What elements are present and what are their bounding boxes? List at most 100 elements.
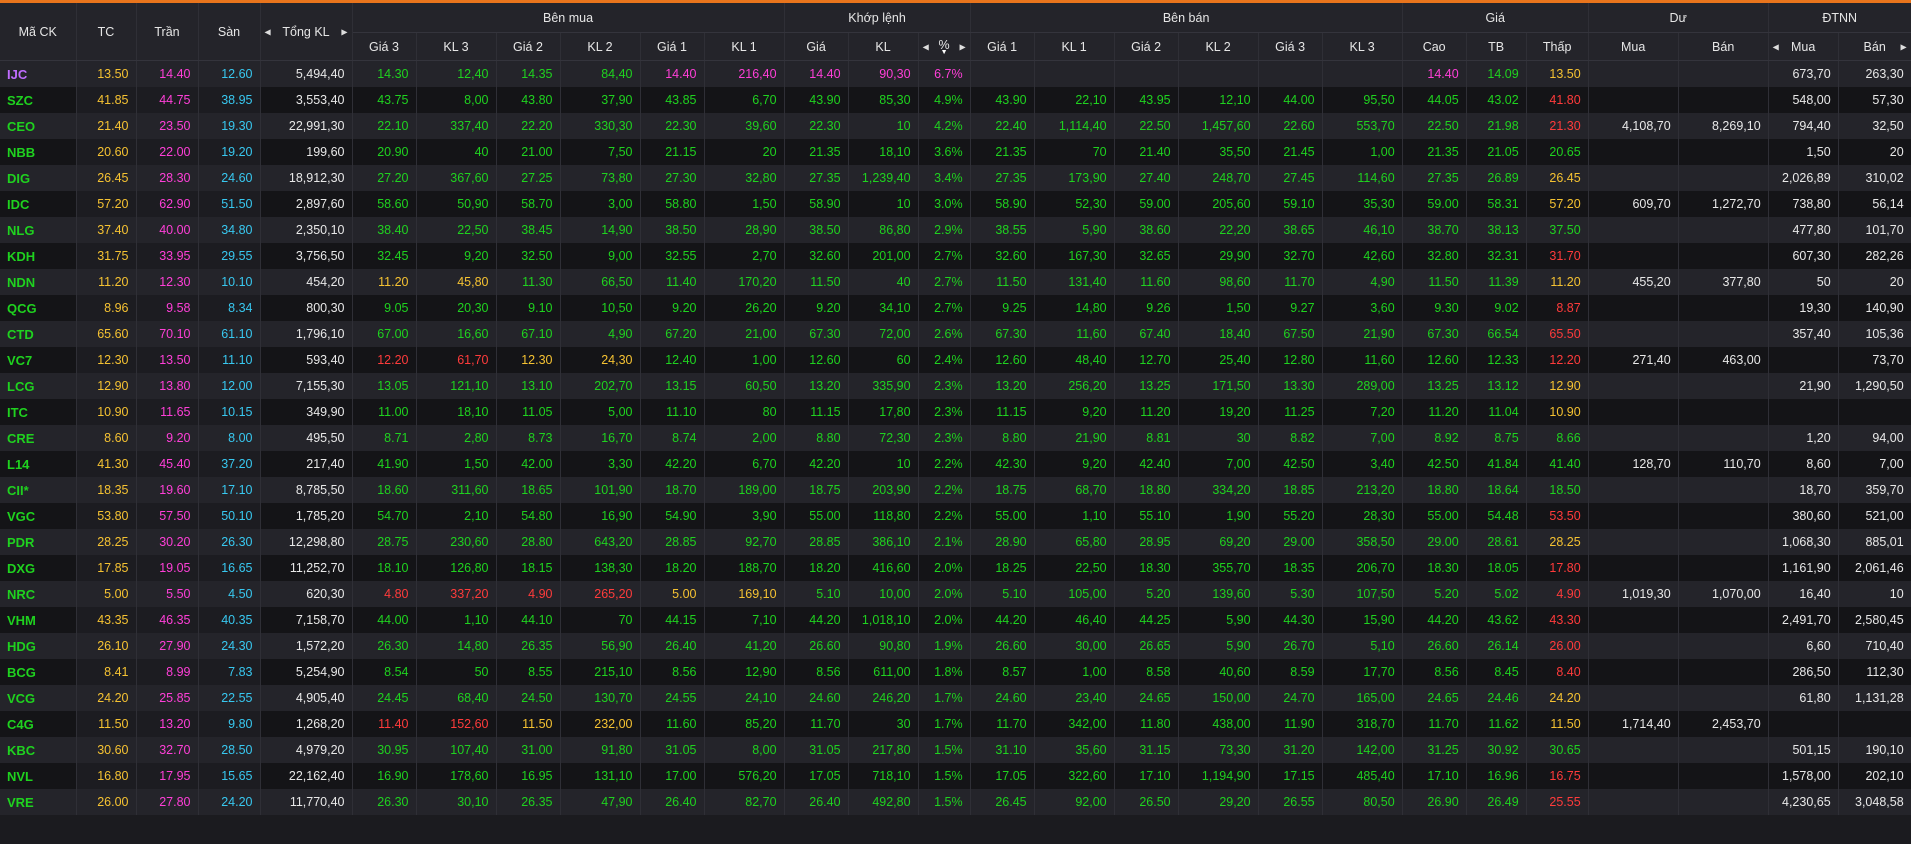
table-row[interactable]: QCG 8.96 9.58 8.34 800,30 9.05 20,30 9.10 10,50 9… [0,295,1911,321]
header-sell-vol-1[interactable]: KL 1 [1034,32,1115,61]
remaining-buy-cell: 128,70 [1588,451,1679,477]
prev-column-arrow-icon[interactable]: ◀ [923,42,929,51]
header-buy-price-3[interactable]: Giá 3 [352,32,417,61]
symbol-cell[interactable]: KBC [0,737,77,763]
table-row[interactable]: CEO 21.40 23.50 19.30 22,991,30 22.10 337,40 22… [0,113,1911,139]
symbol-cell[interactable]: IDC [0,191,77,217]
symbol-cell[interactable]: BCG [0,659,77,685]
symbol-cell[interactable]: VC7 [0,347,77,373]
symbol-cell[interactable]: DXG [0,555,77,581]
next-column-arrow-icon[interactable]: ▶ [959,42,965,51]
header-buy-vol-2[interactable]: KL 2 [560,32,641,61]
symbol-cell[interactable]: KDH [0,243,77,269]
table-row[interactable]: BCG 8.41 8.99 7.83 5,254,90 8.54 50 8.55 215,10 8… [0,659,1911,685]
header-buy-vol-1[interactable]: KL 1 [704,32,785,61]
table-row[interactable]: PDR 28.25 30.20 26.30 12,298,80 28.75 230,60 28… [0,529,1911,555]
table-row[interactable]: CII* 18.35 19.60 17.10 8,785,50 18.60 311,60 18… [0,477,1911,503]
symbol-cell[interactable]: IJC [0,60,77,87]
table-row[interactable]: CRE 8.60 9.20 8.00 495,50 8.71 2,80 8.73 16,70 8.… [0,425,1911,451]
symbol-cell[interactable]: QCG [0,295,77,321]
table-row[interactable]: KDH 31.75 33.95 29.55 3,756,50 32.45 9,20 32.50… [0,243,1911,269]
header-ceiling[interactable]: Trần [136,3,199,61]
header-floor[interactable]: Sàn [198,3,261,61]
symbol-cell[interactable]: NDN [0,269,77,295]
header-reference[interactable]: TC [76,3,137,61]
symbol-cell[interactable]: PDR [0,529,77,555]
symbol-cell[interactable]: CEO [0,113,77,139]
header-foreign-sell[interactable]: Bán ▶ [1838,32,1911,61]
symbol-cell[interactable]: NRC [0,581,77,607]
table-row[interactable]: CTD 65.60 70.10 61.10 1,796,10 67.00 16,60 67.1… [0,321,1911,347]
symbol-cell[interactable]: ITC [0,399,77,425]
table-row[interactable]: NLG 37.40 40.00 34.80 2,350,10 38.40 22,50 38.4… [0,217,1911,243]
next-column-arrow-icon[interactable]: ▶ [1901,42,1907,51]
sell-vol-2-cell: 19,20 [1178,399,1259,425]
remaining-sell-cell [1678,503,1769,529]
symbol-cell[interactable]: NBB [0,139,77,165]
symbol-cell[interactable]: NVL [0,763,77,789]
table-row[interactable]: VCG 24.20 25.85 22.55 4,905,40 24.45 68,40 24.5… [0,685,1911,711]
match-percent-cell: 2.7% [918,243,971,269]
header-symbol[interactable]: Mã CK [0,3,77,61]
header-remaining-sell[interactable]: Bán [1678,32,1769,61]
header-buy-vol-3[interactable]: KL 3 [416,32,497,61]
table-row[interactable]: C4G 11.50 13.20 9.80 1,268,20 11.40 152,60 11.5… [0,711,1911,737]
header-low[interactable]: Thấp [1526,32,1589,61]
table-row[interactable]: VC7 12.30 13.50 11.10 593,40 12.20 61,70 12.30 2… [0,347,1911,373]
sell-vol-3-cell: 318,70 [1322,711,1403,737]
table-row[interactable]: IDC 57.20 62.90 51.50 2,897,60 58.60 50,90 58.7… [0,191,1911,217]
table-row[interactable]: SZC 41.85 44.75 38.95 3,553,40 43.75 8,00 43.80… [0,87,1911,113]
table-row[interactable]: HDG 26.10 27.90 24.30 1,572,20 26.30 14,80 26.3… [0,633,1911,659]
foreign-sell-cell: 263,30 [1838,60,1911,87]
symbol-cell[interactable]: LCG [0,373,77,399]
low-cell: 26.45 [1526,165,1589,191]
symbol-cell[interactable]: NLG [0,217,77,243]
table-row[interactable]: NRC 5.00 5.50 4.50 620,30 4.80 337,20 4.90 265,2… [0,581,1911,607]
sell-price-2-cell: 11.80 [1114,711,1179,737]
table-row[interactable]: ITC 10.90 11.65 10.15 349,90 11.00 18,10 11.05 5… [0,399,1911,425]
table-row[interactable]: VGC 53.80 57.50 50.10 1,785,20 54.70 2,10 54.80… [0,503,1911,529]
table-row[interactable]: NVL 16.80 17.95 15.65 22,162,40 16.90 178,60 16… [0,763,1911,789]
header-match-percent[interactable]: ◀% ▼ ▶ [918,32,971,61]
header-high[interactable]: Cao [1402,32,1467,61]
header-buy-price-2[interactable]: Giá 2 [496,32,561,61]
symbol-cell[interactable]: C4G [0,711,77,737]
header-foreign-buy[interactable]: ◀ Mua [1768,32,1839,61]
table-row[interactable]: IJC 13.50 14.40 12.60 5,494,40 14.30 12,40 14.3… [0,60,1911,87]
symbol-cell[interactable]: VHM [0,607,77,633]
header-match-volume[interactable]: KL [848,32,919,61]
header-buy-price-1[interactable]: Giá 1 [640,32,705,61]
header-sell-vol-2[interactable]: KL 2 [1178,32,1259,61]
header-sell-vol-3[interactable]: KL 3 [1322,32,1403,61]
table-row[interactable]: NBB 20.60 22.00 19.20 199,60 20.90 40 21.00 7,50… [0,139,1911,165]
header-sell-price-2[interactable]: Giá 2 [1114,32,1179,61]
table-row[interactable]: VRE 26.00 27.80 24.20 11,770,40 26.30 30,10 26.… [0,789,1911,815]
floor-cell: 37.20 [198,451,261,477]
header-sell-price-3[interactable]: Giá 3 [1258,32,1323,61]
header-average[interactable]: TB [1466,32,1527,61]
table-row[interactable]: L14 41.30 45.40 37.20 217,40 41.90 1,50 42.00 3,… [0,451,1911,477]
symbol-cell[interactable]: HDG [0,633,77,659]
symbol-cell[interactable]: DIG [0,165,77,191]
table-row[interactable]: DIG 26.45 28.30 24.60 18,912,30 27.20 367,60 27… [0,165,1911,191]
header-match-price[interactable]: Giá [784,32,849,61]
header-remaining-buy[interactable]: Mua [1588,32,1679,61]
table-row[interactable]: KBC 30.60 32.70 28.50 4,979,20 30.95 107,40 31.… [0,737,1911,763]
symbol-cell[interactable]: VRE [0,789,77,815]
symbol-cell[interactable]: L14 [0,451,77,477]
symbol-cell[interactable]: CTD [0,321,77,347]
symbol-cell[interactable]: SZC [0,87,77,113]
prev-column-arrow-icon[interactable]: ◀ [1773,42,1779,51]
symbol-cell[interactable]: VGC [0,503,77,529]
table-row[interactable]: NDN 11.20 12.30 10.10 454,20 11.20 45,80 11.30 6… [0,269,1911,295]
prev-column-arrow-icon[interactable]: ◀ [265,27,271,36]
next-column-arrow-icon[interactable]: ▶ [341,27,347,36]
header-sell-price-1[interactable]: Giá 1 [970,32,1035,61]
symbol-cell[interactable]: CII* [0,477,77,503]
table-row[interactable]: LCG 12.90 13.80 12.00 7,155,30 13.05 121,10 13.… [0,373,1911,399]
symbol-cell[interactable]: VCG [0,685,77,711]
header-total-volume[interactable]: ◀ Tổng KL ▶ [260,3,353,61]
table-row[interactable]: VHM 43.35 46.35 40.35 7,158,70 44.00 1,10 44.10… [0,607,1911,633]
symbol-cell[interactable]: CRE [0,425,77,451]
table-row[interactable]: DXG 17.85 19.05 16.65 11,252,70 18.10 126,80 18… [0,555,1911,581]
